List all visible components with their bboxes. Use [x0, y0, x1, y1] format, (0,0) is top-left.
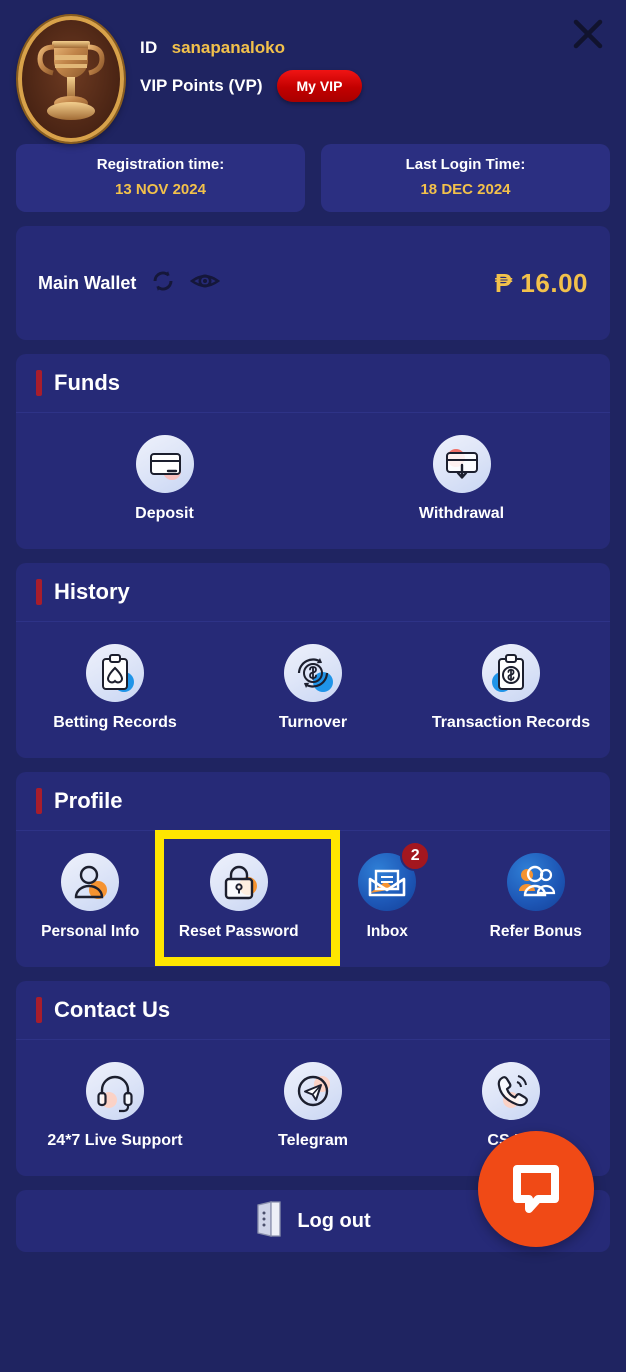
- history-item-betting-records[interactable]: Betting Records: [16, 644, 214, 732]
- refresh-icon[interactable]: [150, 268, 176, 299]
- inbox-badge: 2: [400, 841, 431, 871]
- profile-item-label: Reset Password: [178, 923, 299, 940]
- history-panel: History Betting Records Turnover Transac…: [16, 563, 610, 758]
- funds-grid: Deposit Withdrawal: [16, 413, 610, 549]
- contact-item-label: Telegram: [278, 1132, 348, 1149]
- refresh-dollar-icon: [283, 644, 342, 702]
- history-item-label: Betting Records: [53, 714, 177, 731]
- contact-title: Contact Us: [54, 997, 171, 1022]
- contact-item-live-support[interactable]: 24*7 Live Support: [16, 1062, 214, 1150]
- deposit-card-icon: [135, 435, 194, 493]
- history-item-label: Turnover: [278, 714, 348, 731]
- clipboard-spade-icon: [85, 644, 144, 702]
- contact-section-header: Contact Us: [16, 981, 610, 1040]
- funds-item-withdrawal[interactable]: Withdrawal: [313, 435, 610, 523]
- profile-section-header: Profile: [16, 772, 610, 831]
- funds-item-label: Withdrawal: [418, 505, 505, 522]
- registration-time-label: Registration time:: [96, 156, 225, 173]
- last-login-time-label: Last Login Time:: [405, 156, 526, 173]
- section-accent-bar: [36, 370, 42, 396]
- vip-points-label: VIP Points (VP): [140, 76, 263, 95]
- section-accent-bar: [36, 997, 42, 1023]
- id-value: sanapanaloko: [171, 38, 285, 57]
- contact-item-label: 24*7 Live Support: [47, 1132, 183, 1149]
- time-chips: Registration time: 13 NOV 2024 Last Logi…: [0, 144, 626, 212]
- profile-panel: Profile Personal Info Reset Password 2 I…: [16, 772, 610, 967]
- people-group-icon: [506, 853, 565, 911]
- profile-item-reset-password[interactable]: Reset Password: [165, 853, 314, 941]
- history-item-transaction-records[interactable]: Transaction Records: [412, 644, 610, 732]
- door-icon: [255, 1200, 283, 1242]
- contact-item-telegram[interactable]: Telegram: [214, 1062, 412, 1150]
- profile-item-label: Inbox: [366, 923, 408, 940]
- funds-section-header: Funds: [16, 354, 610, 413]
- account-panel: ID sanapanaloko VIP Points (VP) My VIP R…: [0, 0, 626, 1372]
- profile-title: Profile: [54, 788, 123, 813]
- profile-item-label: Personal Info: [41, 923, 140, 940]
- profile-item-refer-bonus[interactable]: Refer Bonus: [462, 853, 611, 941]
- clipboard-dollar-icon: [481, 644, 540, 702]
- section-accent-bar: [36, 579, 42, 605]
- trophy-icon: [18, 16, 124, 142]
- history-item-turnover[interactable]: Turnover: [214, 644, 412, 732]
- eye-icon[interactable]: [190, 270, 221, 297]
- funds-title: Funds: [54, 370, 120, 395]
- vip-row: VIP Points (VP) My VIP: [140, 70, 363, 102]
- chat-bubble-icon: [507, 1159, 565, 1220]
- lock-icon: [209, 853, 268, 911]
- logout-label: Log out: [297, 1209, 371, 1232]
- user-icon: [61, 853, 120, 911]
- user-id-row: ID sanapanaloko: [140, 38, 285, 58]
- headset-icon: [85, 1062, 144, 1120]
- withdrawal-card-icon: [432, 435, 491, 493]
- telegram-icon: [283, 1062, 342, 1120]
- last-login-time-chip: Last Login Time: 18 DEC 2024: [321, 144, 610, 212]
- history-title: History: [54, 579, 130, 604]
- profile-grid: Personal Info Reset Password 2 Inbox Ref…: [16, 831, 610, 967]
- funds-item-label: Deposit: [135, 505, 194, 522]
- live-chat-button[interactable]: [478, 1131, 594, 1247]
- history-grid: Betting Records Turnover Transaction Rec…: [16, 622, 610, 758]
- main-wallet-panel: Main Wallet ₱ 16.00: [16, 226, 610, 340]
- section-accent-bar: [36, 788, 42, 814]
- registration-time-value: 13 NOV 2024: [115, 181, 206, 198]
- main-wallet-label: Main Wallet: [38, 272, 137, 293]
- my-vip-button[interactable]: My VIP: [276, 70, 363, 102]
- profile-header: ID sanapanaloko VIP Points (VP) My VIP: [0, 0, 626, 142]
- history-section-header: History: [16, 563, 610, 622]
- profile-item-inbox[interactable]: 2 Inbox: [313, 841, 462, 941]
- envelope-icon: 2: [358, 841, 431, 911]
- profile-item-label: Refer Bonus: [489, 923, 582, 940]
- funds-item-deposit[interactable]: Deposit: [16, 435, 313, 523]
- registration-time-chip: Registration time: 13 NOV 2024: [16, 144, 305, 212]
- close-icon[interactable]: [564, 10, 612, 58]
- history-item-label: Transaction Records: [431, 714, 591, 731]
- last-login-time-value: 18 DEC 2024: [420, 181, 511, 198]
- id-label: ID: [140, 38, 158, 57]
- wallet-balance: ₱ 16.00: [494, 267, 588, 298]
- profile-item-personal-info[interactable]: Personal Info: [16, 853, 165, 941]
- phone-call-icon: [481, 1062, 540, 1120]
- funds-panel: Funds Deposit Withdrawal: [16, 354, 610, 549]
